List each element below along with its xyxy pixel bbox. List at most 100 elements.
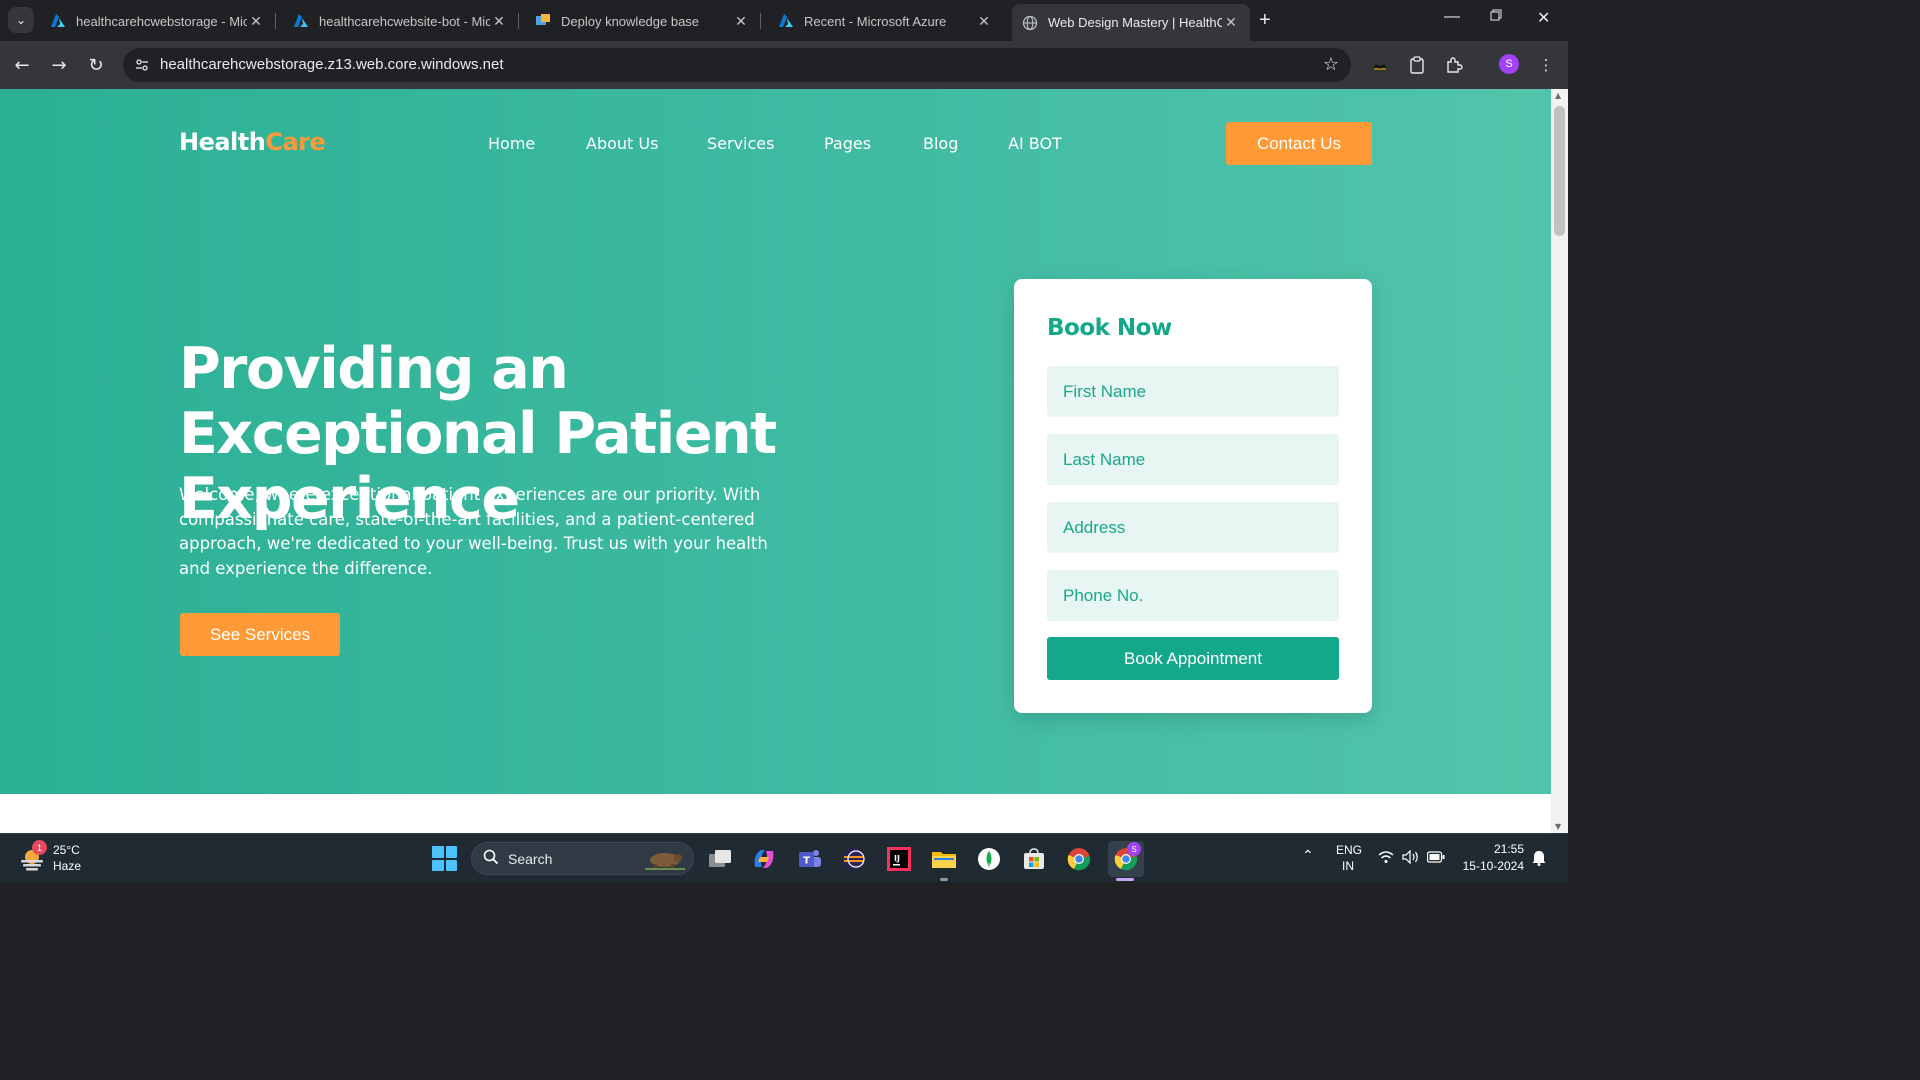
chrome-profile-icon[interactable]: S [1108,841,1144,877]
nav-pages[interactable]: Pages [824,134,871,153]
browser-tab[interactable]: Recent - Microsoft Azure ✕ [768,6,1003,36]
see-services-button[interactable]: See Services [180,613,340,656]
close-icon[interactable]: ✕ [490,13,508,30]
azure-icon [50,13,66,29]
azure-icon [293,13,309,29]
close-icon[interactable]: ✕ [732,13,750,30]
clock-time: 21:55 [1493,842,1524,856]
qna-maker-icon [535,13,551,29]
contact-us-button[interactable]: Contact Us [1226,122,1372,165]
book-appointment-button[interactable]: Book Appointment [1047,637,1339,680]
nav-services[interactable]: Services [707,134,774,153]
lang-line1: ENG [1336,843,1363,857]
show-hidden-icons-chevron-icon[interactable]: ⌃ [1302,847,1314,864]
notification-badge: 1 [32,840,47,855]
chevron-down-icon: ⌄ [15,13,27,27]
page-scrollbar[interactable]: ▲ ▼ [1551,89,1568,833]
browser-tab[interactable]: healthcarehcwebstorage - Micro ✕ [40,6,276,36]
reload-icon[interactable]: ↻ [84,53,108,77]
close-icon[interactable]: ✕ [1222,14,1240,31]
site-logo[interactable]: HealthCare [179,128,326,156]
running-indicator [1116,878,1134,881]
browser-toolbar: ← → ↻ healthcarehcwebstorage.z13.web.cor… [0,41,1568,89]
volume-icon[interactable] [1402,849,1420,867]
windows-start-icon[interactable] [432,846,457,871]
forward-icon[interactable]: → [47,53,71,77]
running-indicator [940,878,948,881]
weather-temp: 25°C [53,843,80,857]
clipboard-icon[interactable] [1406,54,1428,76]
browser-tab-active[interactable]: Web Design Mastery | HealthCare ✕ [1012,4,1250,41]
taskbar-search[interactable]: Search [471,842,694,875]
more-menu-icon[interactable]: ⋮ [1535,54,1557,76]
task-view-icon[interactable] [706,845,734,873]
wifi-icon[interactable] [1378,850,1394,867]
clock[interactable]: 21:55 15-10-2024 [1460,842,1524,873]
file-explorer-icon[interactable] [930,845,958,873]
hero-section: HealthCare Home About Us Services Pages … [0,89,1551,794]
notification-bell-icon[interactable] [1532,850,1546,869]
tab-separator [760,13,761,29]
clock-date: 15-10-2024 [1462,859,1524,873]
azure-icon [778,13,794,29]
back-icon[interactable]: ← [10,53,34,77]
search-label: Search [508,851,553,867]
close-icon[interactable]: ✕ [247,13,265,30]
bookmark-star-icon[interactable]: ☆ [1323,54,1339,75]
scroll-up-icon[interactable]: ▲ [1555,91,1561,100]
eclipse-icon[interactable] [840,845,868,873]
battery-icon[interactable] [1426,851,1445,866]
phone-field[interactable] [1047,570,1339,621]
windows-taskbar: 1 25°C Haze Search T IJ S ⌃ ENG IN 21:55… [0,833,1568,882]
new-tab-button[interactable]: + [1259,9,1271,32]
browser-tabstrip: ⌄ healthcarehcwebstorage - Micro ✕ healt… [0,0,1568,41]
nav-ai-bot[interactable]: AI BOT [1008,134,1062,153]
close-window-icon[interactable]: ✕ [1537,8,1550,28]
page-viewport: HealthCare Home About Us Services Pages … [0,89,1551,833]
tab-title: Deploy knowledge base [561,13,700,29]
site-info-icon[interactable] [133,56,151,74]
extensions-puzzle-icon[interactable] [1443,54,1465,76]
mongodb-compass-icon[interactable] [975,845,1003,873]
tab-title: healthcarehcwebsite-bot - Micro [319,13,490,29]
booking-title: Book Now [1047,315,1172,341]
globe-icon [1022,15,1038,31]
profile-avatar[interactable]: S [1499,54,1519,74]
nav-about-us[interactable]: About Us [586,134,658,153]
url-text: healthcarehcwebstorage.z13.web.core.wind… [160,56,504,73]
search-highlight-bison-icon [645,848,685,870]
lang-line2: IN [1342,859,1354,873]
nav-blog[interactable]: Blog [923,134,958,153]
teams-icon[interactable]: T [795,845,823,873]
restore-icon[interactable] [1490,8,1502,26]
tab-title: Web Design Mastery | HealthCare [1048,15,1222,30]
browser-tab[interactable]: Deploy knowledge base ✕ [525,6,761,36]
scrollbar-thumb[interactable] [1554,106,1565,236]
close-icon[interactable]: ✕ [975,13,993,30]
browser-tab[interactable]: healthcarehcwebsite-bot - Micro ✕ [283,6,519,36]
nav-home[interactable]: Home [488,134,535,153]
input-language[interactable]: ENG IN [1336,843,1363,873]
address-bar[interactable]: healthcarehcwebstorage.z13.web.core.wind… [123,48,1351,82]
extension-mustache-icon[interactable] [1369,54,1391,76]
logo-care: Care [265,128,326,156]
weather-condition: Haze [53,859,82,873]
copilot-icon[interactable] [750,845,778,873]
hero-description: Welcome, where exceptional patient exper… [179,485,768,578]
minimize-icon[interactable]: — [1444,8,1460,26]
tab-separator [275,13,276,29]
booking-card: Book Now Book Appointment [1014,279,1372,713]
svg-text:IJ: IJ [894,854,900,863]
chrome-icon[interactable] [1065,845,1093,873]
address-field[interactable] [1047,502,1339,553]
tab-search-button[interactable]: ⌄ [8,7,34,33]
intellij-idea-icon[interactable]: IJ [885,845,913,873]
scroll-down-icon[interactable]: ▼ [1555,822,1561,831]
first-name-field[interactable] [1047,366,1339,417]
tab-title: Recent - Microsoft Azure [804,13,947,29]
search-icon [483,849,499,869]
tab-title: healthcarehcwebstorage - Micro [76,13,247,29]
last-name-field[interactable] [1047,434,1339,485]
microsoft-store-icon[interactable] [1020,845,1048,873]
weather-widget[interactable]: 1 25°C Haze [18,840,98,876]
